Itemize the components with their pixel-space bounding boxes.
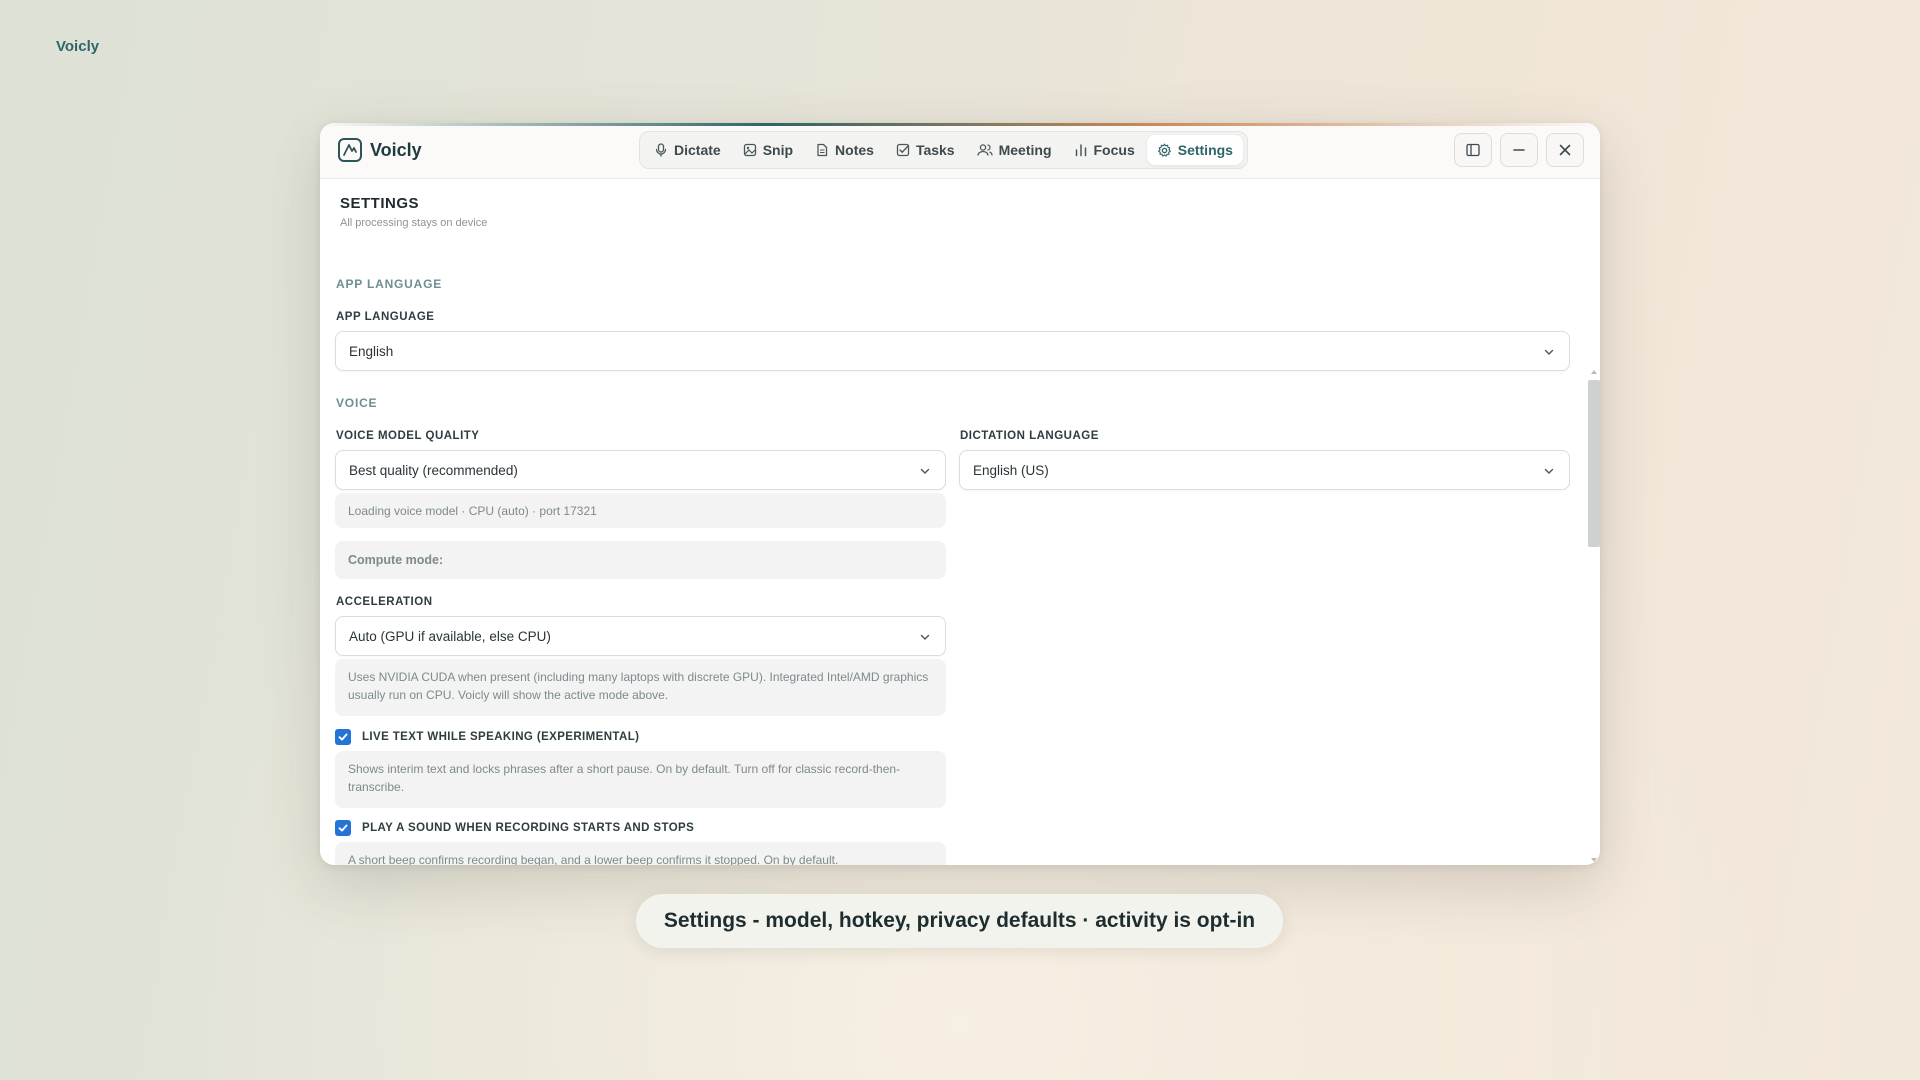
tab-label: Dictate <box>674 142 721 158</box>
sidebar-toggle-icon <box>1466 143 1480 157</box>
gear-icon <box>1157 143 1171 157</box>
section-app-language: APP LANGUAGE <box>336 277 443 291</box>
page-subtitle: All processing stays on device <box>340 217 488 229</box>
tab-settings[interactable]: Settings <box>1146 135 1243 165</box>
scroll-up-arrow[interactable] <box>1591 370 1597 374</box>
app-language-select[interactable]: English <box>335 331 1570 371</box>
tab-label: Settings <box>1177 142 1233 158</box>
scroll-down-arrow[interactable] <box>1591 858 1597 862</box>
acceleration-select[interactable]: Auto (GPU if available, else CPU) <box>335 616 946 656</box>
tab-meeting[interactable]: Meeting <box>967 135 1062 165</box>
chevron-down-icon <box>920 634 930 640</box>
sound-label[interactable]: PLAY A SOUND WHEN RECORDING STARTS AND S… <box>362 822 694 834</box>
select-value: Auto (GPU if available, else CPU) <box>349 629 551 644</box>
tab-tasks[interactable]: Tasks <box>886 135 965 165</box>
checkmark-icon <box>338 733 348 741</box>
sound-checkbox[interactable] <box>335 820 351 836</box>
sound-hint: A short beep confirms recording began, a… <box>335 842 946 865</box>
acceleration-hint: Uses NVIDIA CUDA when present (including… <box>335 659 946 716</box>
page-title: SETTINGS <box>340 195 420 212</box>
tab-dictate[interactable]: Dictate <box>644 135 731 165</box>
compute-mode-box: Compute mode: <box>335 541 946 579</box>
select-value: Best quality (recommended) <box>349 463 518 478</box>
window-accent-line <box>320 123 1600 126</box>
tab-label: Snip <box>762 142 794 158</box>
live-text-hint: Shows interim text and locks phrases aft… <box>335 751 946 808</box>
voice-model-select[interactable]: Best quality (recommended) <box>335 450 946 490</box>
dictation-language-label: DICTATION LANGUAGE <box>960 430 1099 442</box>
live-text-label[interactable]: LIVE TEXT WHILE SPEAKING (EXPERIMENTAL) <box>362 731 639 743</box>
select-value: English (US) <box>973 463 1049 478</box>
users-icon <box>976 144 993 156</box>
app-logo-icon <box>338 138 362 162</box>
voice-model-status: Loading voice model · CPU (auto) · port … <box>335 493 946 528</box>
scrollbar-thumb[interactable] <box>1588 380 1600 547</box>
chevron-down-icon <box>1544 468 1554 474</box>
tab-label: Tasks <box>915 142 955 158</box>
close-icon <box>1559 144 1571 156</box>
dictation-language-select[interactable]: English (US) <box>959 450 1570 490</box>
select-value: English <box>349 344 394 359</box>
settings-panel: SETTINGS All processing stays on device … <box>320 179 1600 865</box>
microphone-icon <box>655 143 667 157</box>
minimize-icon <box>1513 149 1525 151</box>
section-voice: VOICE <box>336 396 378 410</box>
live-text-checkbox[interactable] <box>335 729 351 745</box>
acceleration-label: ACCELERATION <box>336 596 433 608</box>
document-icon <box>817 143 828 157</box>
app-window: Voicly Dictate Snip Notes Tasks Meeting <box>320 123 1600 865</box>
tab-label: Meeting <box>998 142 1052 158</box>
chevron-down-icon <box>1544 349 1554 355</box>
image-icon <box>743 143 756 157</box>
titlebar: Voicly Dictate Snip Notes Tasks Meeting <box>320 123 1600 179</box>
desktop-brand: Voicly <box>56 38 100 55</box>
close-button[interactable] <box>1546 133 1584 167</box>
bar-chart-icon <box>1075 144 1086 157</box>
tab-snip[interactable]: Snip <box>733 135 803 165</box>
checkmark-icon <box>338 824 348 832</box>
chevron-down-icon <box>920 468 930 474</box>
tab-notes[interactable]: Notes <box>805 135 884 165</box>
voice-model-label: VOICE MODEL QUALITY <box>336 430 480 442</box>
minimize-button[interactable] <box>1500 133 1538 167</box>
tab-focus[interactable]: Focus <box>1064 135 1145 165</box>
tab-label: Notes <box>835 142 874 158</box>
app-language-label: APP LANGUAGE <box>336 311 435 323</box>
caption-banner: Settings - model, hotkey, privacy defaul… <box>636 894 1283 948</box>
main-nav: Dictate Snip Notes Tasks Meeting Focus S… <box>639 131 1248 169</box>
app-name: Voicly <box>370 140 422 160</box>
sidebar-toggle-button[interactable] <box>1454 133 1492 167</box>
checkbox-icon <box>896 143 910 157</box>
tab-label: Focus <box>1093 142 1135 158</box>
